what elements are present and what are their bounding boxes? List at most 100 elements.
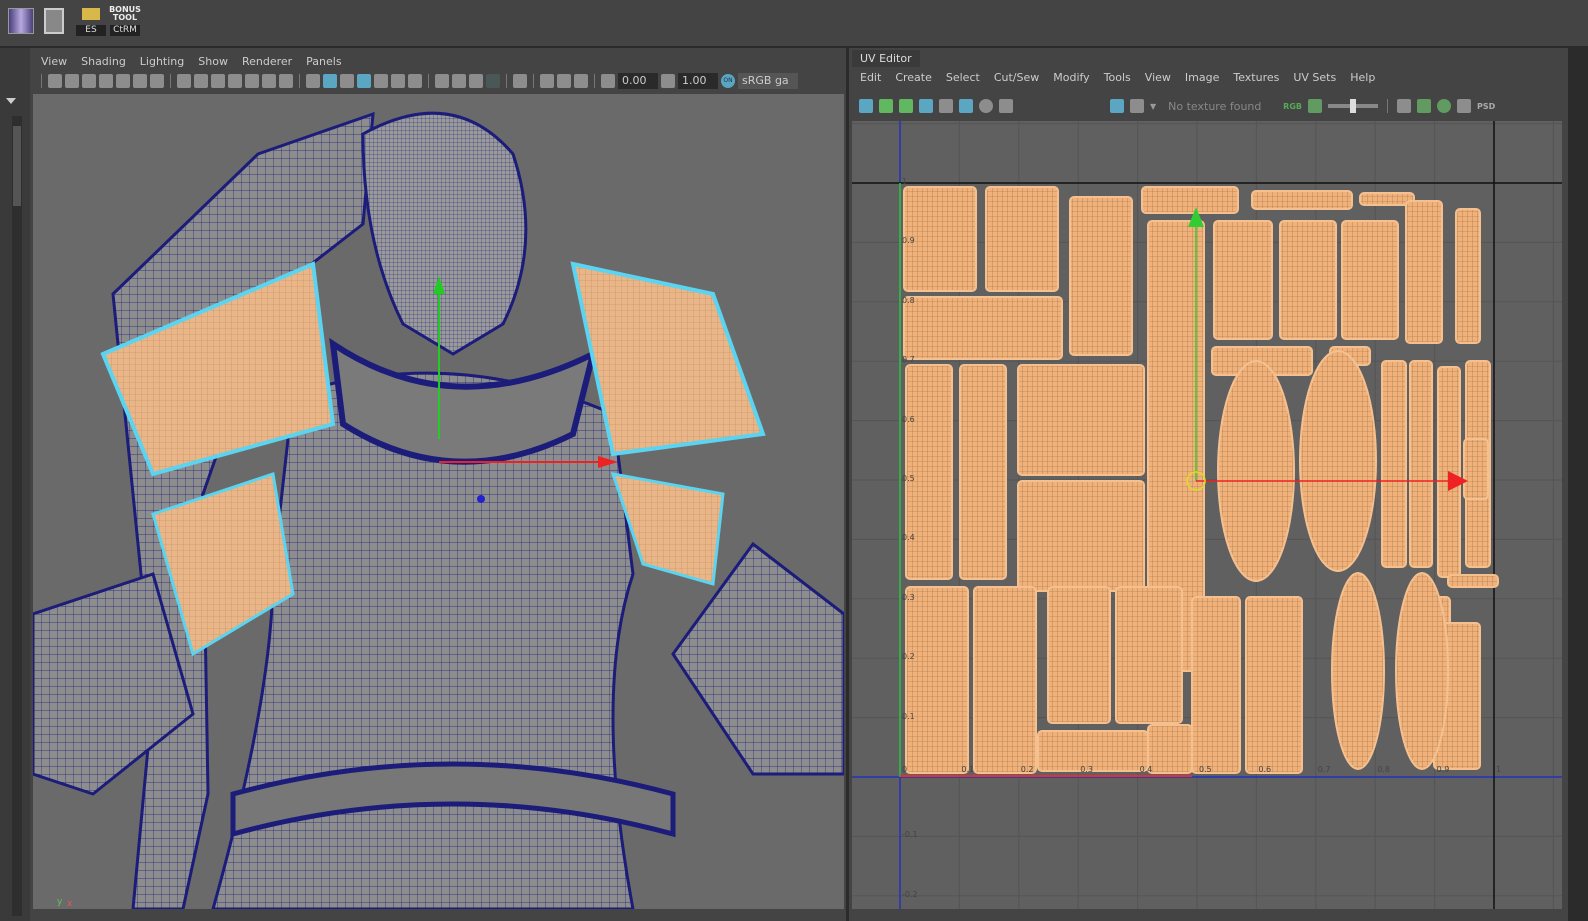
checker-icon[interactable] [1130,99,1144,113]
shaded-uv-icon[interactable] [919,99,933,113]
uv-shell[interactable] [1115,586,1183,724]
exposure-field[interactable]: 0.00 [618,73,658,89]
uv-shell[interactable] [905,364,953,580]
uv-shell[interactable] [1395,572,1449,770]
uv-shell[interactable] [1341,220,1399,340]
uv-menu-cut-sew[interactable]: Cut/Sew [987,70,1046,86]
bonus-tool-label[interactable]: BONUS TOOL [108,6,142,22]
pixel-snap-icon[interactable] [1396,99,1411,113]
lights-icon[interactable] [391,74,405,88]
image-brightness-slider[interactable] [1327,99,1378,113]
xray-active-icon[interactable] [557,74,571,88]
uv-grid-icon[interactable] [959,99,973,113]
xray-icon[interactable] [374,74,388,88]
uv-shell[interactable] [905,586,969,774]
uv-shell[interactable] [1251,190,1353,210]
distortion-icon[interactable] [939,99,953,113]
uv-shell[interactable] [1447,574,1499,588]
uv-menu-select[interactable]: Select [939,70,987,86]
dof-icon[interactable] [486,74,500,88]
ambient-occlusion-icon[interactable] [435,74,449,88]
grid-icon[interactable] [177,74,191,88]
uv-shell[interactable] [903,296,1063,360]
menu-renderer[interactable]: Renderer [235,54,299,70]
safe-title-icon[interactable] [279,74,293,88]
uv-menu-help[interactable]: Help [1343,70,1382,86]
film-gate-icon[interactable] [194,74,208,88]
color-space-dropdown[interactable]: sRGB ga [738,73,798,89]
snapshot-icon[interactable] [999,99,1013,113]
uv-menu-edit[interactable]: Edit [853,70,888,86]
uv-shell[interactable] [959,364,1007,580]
texture-dropdown-arrow[interactable]: ▼ [1150,102,1156,111]
uv-shell[interactable] [1213,220,1273,340]
uv-canvas[interactable]: 0 0.1 0.2 0.3 0.4 0.5 0.6 0.7 0.8 0.9 1 1 0.9 0.8 0.7 0… [852,121,1562,909]
default-material-icon[interactable] [340,74,354,88]
uv-menu-tools[interactable]: Tools [1097,70,1138,86]
wireframe-icon[interactable] [306,74,320,88]
uv-shell[interactable] [1017,480,1145,592]
isolate-select-icon[interactable] [513,74,527,88]
uv-menu-create[interactable]: Create [888,70,939,86]
bookmark-icon[interactable] [99,74,113,88]
gamma-field[interactable]: 1.00 [678,73,718,89]
menu-view[interactable]: View [34,54,74,70]
uv-shell[interactable] [1405,200,1443,344]
uv-shell[interactable] [1279,220,1337,340]
camera-attr-icon[interactable] [82,74,96,88]
menu-panels[interactable]: Panels [299,54,348,70]
wireframe-on-shaded-icon[interactable] [357,74,371,88]
uv-shell[interactable] [1245,596,1303,774]
psd-button[interactable]: PSD [1477,102,1495,111]
uv-shell[interactable] [1141,186,1239,214]
gate-mask-icon[interactable] [228,74,242,88]
antialias-icon[interactable] [469,74,483,88]
image-range-icon[interactable] [1416,99,1431,113]
alpha-channel-icon[interactable] [1307,99,1322,113]
menu-shading[interactable]: Shading [74,54,133,70]
uv-shell[interactable] [1147,724,1193,774]
camera-icon[interactable] [48,74,62,88]
field-chart-icon[interactable] [245,74,259,88]
backface-icon[interactable] [574,74,588,88]
smooth-shade-icon[interactable] [323,74,337,88]
folder-icon[interactable] [82,8,100,20]
rgb-channel-button[interactable]: RGB [1283,102,1302,111]
gamma-icon[interactable] [661,74,675,88]
refresh-icon[interactable] [1436,99,1451,113]
uv-editor-tab[interactable]: UV Editor [852,50,920,67]
color-management-toggle[interactable]: ON [721,74,735,88]
uv-menu-image[interactable]: Image [1178,70,1226,86]
resolution-gate-icon[interactable] [211,74,225,88]
uv-menu-uv-sets[interactable]: UV Sets [1286,70,1343,86]
motion-blur-icon[interactable] [452,74,466,88]
split-panel-icon[interactable] [8,8,34,34]
uv-shell[interactable] [903,186,977,292]
3d-viewport[interactable]: y x [33,94,844,909]
uv-menu-view[interactable]: View [1138,70,1178,86]
uv-select-icon[interactable] [879,99,893,113]
uv-shell[interactable] [1191,596,1241,774]
uv-shell[interactable] [1463,438,1489,500]
uv-shell[interactable] [973,586,1037,774]
snap-icon[interactable] [979,99,993,113]
uv-shell[interactable] [1299,350,1377,572]
lock-camera-icon[interactable] [65,74,79,88]
image-plane-icon[interactable] [116,74,130,88]
menu-show[interactable]: Show [191,54,235,70]
uv-shell[interactable] [1409,360,1433,568]
copy-layout-icon[interactable] [44,8,64,34]
shadows-icon[interactable] [408,74,422,88]
menu-lighting[interactable]: Lighting [133,54,191,70]
uv-shell[interactable] [1047,586,1111,724]
chevron-down-icon[interactable] [6,98,16,109]
pan-zoom-icon[interactable] [133,74,147,88]
uv-shell[interactable] [1331,572,1385,770]
uv-shell[interactable] [1069,196,1133,356]
scrollbar[interactable] [12,116,22,916]
uv-face-icon[interactable] [899,99,913,113]
grease-pencil-icon[interactable] [150,74,164,88]
dim-image-icon[interactable] [1456,99,1471,113]
uv-menu-textures[interactable]: Textures [1226,70,1286,86]
uv-shell[interactable] [1455,208,1481,344]
